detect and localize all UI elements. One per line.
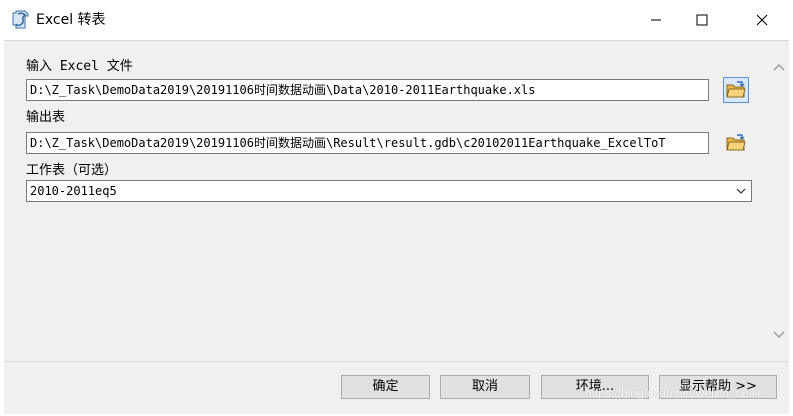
- maximize-icon: [696, 14, 708, 26]
- output-table-label: 输出表: [26, 110, 66, 125]
- open-folder-icon: [726, 134, 746, 151]
- scroll-down-icon[interactable]: [772, 327, 786, 341]
- minimize-icon: [651, 19, 661, 21]
- cancel-button[interactable]: 取消: [440, 375, 530, 399]
- minimize-button[interactable]: [633, 0, 679, 40]
- parameters-panel: 输入 Excel 文件 D:\Z_Task\DemoData2019\20191…: [4, 40, 789, 361]
- sheet-label: 工作表（可选）: [26, 163, 118, 178]
- close-button[interactable]: [739, 0, 785, 40]
- input-excel-label: 输入 Excel 文件: [26, 59, 133, 74]
- sheet-dropdown[interactable]: 2010-2011eq5: [26, 180, 752, 202]
- browse-input-button[interactable]: [723, 77, 749, 103]
- input-excel-field[interactable]: D:\Z_Task\DemoData2019\20191106时间数据动画\Da…: [26, 79, 709, 101]
- output-table-field[interactable]: D:\Z_Task\DemoData2019\20191106时间数据动画\Re…: [26, 132, 709, 154]
- ok-button[interactable]: 确定: [341, 375, 430, 399]
- title-bar: Excel 转表: [0, 0, 793, 40]
- browse-output-button[interactable]: [723, 130, 749, 156]
- sheet-selected-value: 2010-2011eq5: [30, 184, 117, 198]
- window-title: Excel 转表: [36, 12, 106, 28]
- python-script-icon: [12, 10, 29, 29]
- maximize-button[interactable]: [679, 0, 725, 40]
- scroll-up-icon[interactable]: [772, 61, 786, 75]
- open-folder-icon: [726, 81, 746, 98]
- watermark: https://blog.csdn.net/weixin_beike: [585, 386, 765, 400]
- parameters-content: 输入 Excel 文件 D:\Z_Task\DemoData2019\20191…: [4, 41, 764, 361]
- close-icon: [756, 14, 768, 26]
- vertical-scrollbar[interactable]: [769, 41, 789, 361]
- chevron-down-icon: [736, 188, 746, 194]
